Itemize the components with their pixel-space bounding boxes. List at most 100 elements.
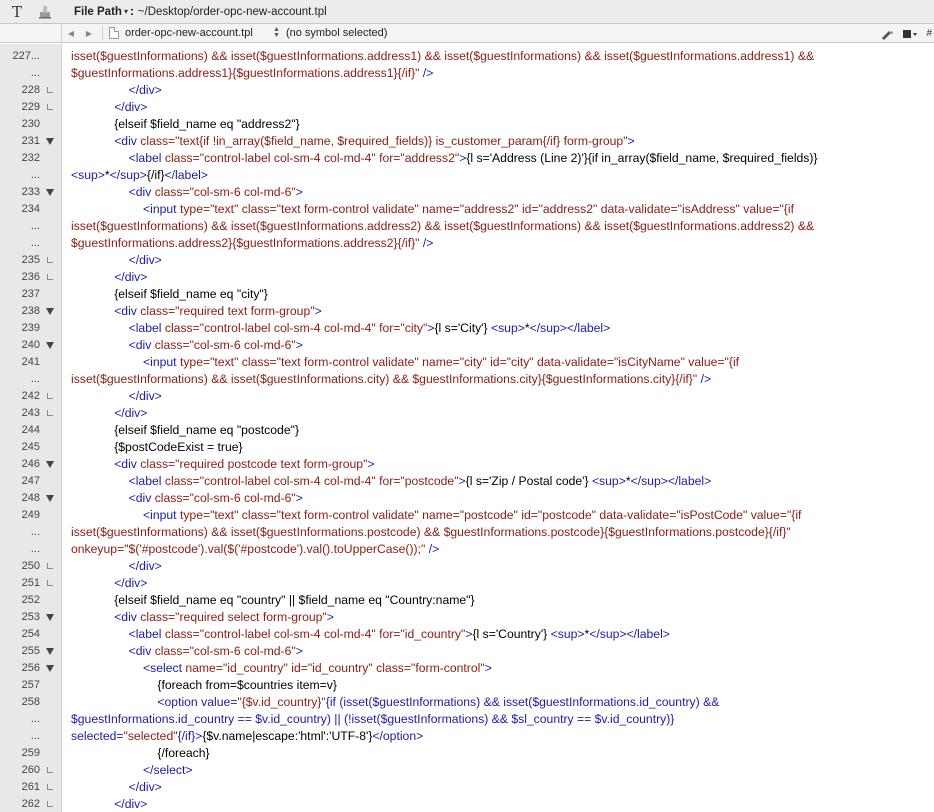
code-token: "postcode" xyxy=(400,474,459,488)
fold-triangle-icon[interactable] xyxy=(43,133,57,150)
fold-triangle-icon[interactable] xyxy=(43,303,57,320)
code-token: for= xyxy=(379,321,401,335)
code-line[interactable]: 231 <div class="text{if !in_array($field_… xyxy=(0,133,934,150)
file-selector[interactable]: order-opc-new-account.tpl xyxy=(125,27,273,39)
line-number: ... xyxy=(30,713,40,725)
code-line[interactable]: ... isset($guestInformations) && isset($g… xyxy=(0,524,934,541)
fold-triangle-icon[interactable] xyxy=(43,184,57,201)
line-number: 227... xyxy=(12,50,40,62)
code-line[interactable]: 249 <input type="text" class="text form-c… xyxy=(0,507,934,524)
code-line[interactable]: 229 </div> xyxy=(0,99,934,116)
code-line[interactable]: 259 {/foreach} xyxy=(0,745,934,762)
code-token: id= xyxy=(490,355,507,369)
line-number: 249 xyxy=(21,509,40,521)
bookmarks-icon[interactable] xyxy=(902,28,918,40)
code-line[interactable]: 232 <label class="control-label col-sm-4 … xyxy=(0,150,934,167)
code-text: isset($guestInformations) && isset($gues… xyxy=(71,371,711,388)
code-token: <div xyxy=(114,134,141,148)
line-number: 243 xyxy=(21,407,40,419)
code-line[interactable]: ... $guestInformations.address2}{$guestIn… xyxy=(0,235,934,252)
code-line[interactable]: 235 </div> xyxy=(0,252,934,269)
code-line[interactable]: 262 </div> xyxy=(0,796,934,812)
code-line[interactable]: 255 <div class="col-sm-6 col-md-6"> xyxy=(0,643,934,660)
code-token: $guestInformations.id_country == $v.id_c… xyxy=(71,712,675,726)
code-line[interactable]: 250 </div> xyxy=(0,558,934,575)
fold-triangle-icon[interactable] xyxy=(43,456,57,473)
code-line[interactable]: 239 <label class="control-label col-sm-4 … xyxy=(0,320,934,337)
code-token: <div xyxy=(128,644,155,658)
code-line[interactable]: 260 </select> xyxy=(0,762,934,779)
code-line[interactable]: ... $guestInformations.id_country == $v.i… xyxy=(0,711,934,728)
code-token: selected= xyxy=(71,729,124,743)
code-token: "$('#postcode').val($('#postcode').val()… xyxy=(124,542,426,556)
code-line[interactable]: 246 <div class="required postcode text fo… xyxy=(0,456,934,473)
code-token: <label xyxy=(128,321,165,335)
line-number: ... xyxy=(30,373,40,385)
symbol-selector[interactable]: (no symbol selected) xyxy=(286,27,446,39)
code-editor[interactable]: 227... isset($guestInformations) && isset… xyxy=(0,44,934,812)
fold-triangle-icon[interactable] xyxy=(43,609,57,626)
code-line[interactable]: 234 <input type="text" class="text form-c… xyxy=(0,201,934,218)
code-line[interactable]: ... $guestInformations.address1}{$guestIn… xyxy=(0,65,934,82)
code-token: class= xyxy=(376,661,412,675)
fold-triangle-icon[interactable] xyxy=(43,490,57,507)
code-token: /> xyxy=(425,542,440,556)
code-token: name= xyxy=(422,508,460,522)
code-line[interactable]: 254 <label class="control-label col-sm-4 … xyxy=(0,626,934,643)
code-line[interactable]: 244 {elseif $field_name eq "postcode"} xyxy=(0,422,934,439)
code-line[interactable]: 233 <div class="col-sm-6 col-md-6"> xyxy=(0,184,934,201)
code-line[interactable]: 242 </div> xyxy=(0,388,934,405)
code-token: "address2" xyxy=(459,202,522,216)
code-line[interactable]: 228 </div> xyxy=(0,82,934,99)
code-line[interactable]: 261 </div> xyxy=(0,779,934,796)
fold-triangle-icon[interactable] xyxy=(43,643,57,660)
updown-arrows-icon[interactable]: ▲ ▼ xyxy=(273,26,280,39)
line-number: 252 xyxy=(21,594,40,606)
file-path-label[interactable]: File Path xyxy=(74,6,122,18)
code-line[interactable]: 238 <div class="required text form-group"… xyxy=(0,303,934,320)
chevron-down-icon[interactable]: ▾ xyxy=(124,7,128,16)
code-token: data-validate= xyxy=(599,508,677,522)
code-line[interactable]: 248 <div class="col-sm-6 col-md-6"> xyxy=(0,490,934,507)
code-token: <option xyxy=(157,695,202,709)
code-line[interactable]: 245 {$postCodeExist = true} xyxy=(0,439,934,456)
line-number: 245 xyxy=(21,441,40,453)
code-line[interactable]: 253 <div class="required select form-grou… xyxy=(0,609,934,626)
code-token: type= xyxy=(179,355,211,369)
code-text: <div class="col-sm-6 col-md-6"> xyxy=(129,337,303,354)
line-number: 240 xyxy=(21,339,40,351)
code-line[interactable]: 256 <select name="id_country" id="id_coun… xyxy=(0,660,934,677)
code-token: class= xyxy=(164,627,200,641)
code-line[interactable]: ... isset($guestInformations) && isset($g… xyxy=(0,218,934,235)
code-line[interactable]: 240 <div class="col-sm-6 col-md-6"> xyxy=(0,337,934,354)
code-line[interactable]: ... selected="selected"{/if}>{$v.name|esc… xyxy=(0,728,934,745)
line-number: 233 xyxy=(21,186,40,198)
code-line[interactable]: 243 </div> xyxy=(0,405,934,422)
code-line[interactable]: 241 <input type="text" class="text form-c… xyxy=(0,354,934,371)
fold-triangle-icon[interactable] xyxy=(43,337,57,354)
code-line[interactable]: 236 </div> xyxy=(0,269,934,286)
pen-icon[interactable] xyxy=(880,28,894,40)
forward-arrow-icon[interactable]: ▶ xyxy=(80,24,98,43)
stamp-tool-icon[interactable] xyxy=(34,0,56,24)
code-line[interactable]: 237 {elseif $field_name eq "city"} xyxy=(0,286,934,303)
code-line[interactable]: ... isset($guestInformations) && isset($g… xyxy=(0,371,934,388)
code-line[interactable]: 251 </div> xyxy=(0,575,934,592)
code-line[interactable]: 247 <label class="control-label col-sm-4 … xyxy=(0,473,934,490)
code-text: </select> xyxy=(143,762,192,779)
fold-triangle-icon[interactable] xyxy=(43,660,57,677)
code-line[interactable]: 230 {elseif $field_name eq "address2"} xyxy=(0,116,934,133)
code-token: class= xyxy=(154,644,190,658)
hash-icon[interactable]: # xyxy=(926,28,932,39)
code-text: <div class="required text form-group"> xyxy=(114,303,322,320)
code-line[interactable]: ... onkeyup="$('#postcode').val($('#postc… xyxy=(0,541,934,558)
code-line[interactable]: ... <sup>*</sup>{/if}</label> xyxy=(0,167,934,184)
code-line[interactable]: 258 <option value="{$v.id_country}"{if (i… xyxy=(0,694,934,711)
code-token: </div> xyxy=(128,559,162,573)
back-arrow-icon[interactable]: ◀ xyxy=(62,24,80,43)
code-line[interactable]: 227... isset($guestInformations) && isset… xyxy=(0,48,934,65)
code-line[interactable]: 257 {foreach from=$countries item=v} xyxy=(0,677,934,694)
code-line[interactable]: 252 {elseif $field_name eq "country" || $… xyxy=(0,592,934,609)
code-text: <div class="required select form-group"> xyxy=(114,609,334,626)
text-tool-icon[interactable]: T xyxy=(6,0,28,24)
